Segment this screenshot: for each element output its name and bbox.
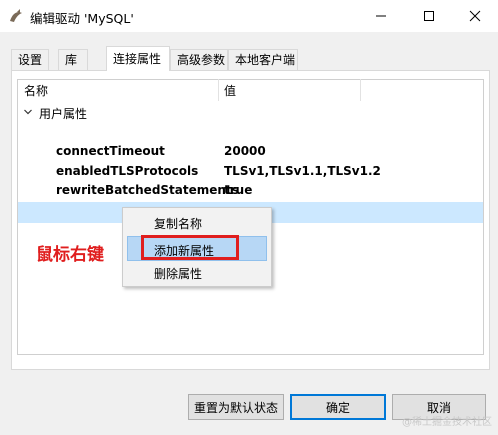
property-name[interactable]: connectTimeout [56, 144, 165, 158]
chevron-down-icon[interactable] [23, 107, 33, 117]
tab-libraries[interactable]: 库 [58, 49, 88, 70]
maximize-button[interactable] [406, 0, 452, 32]
minimize-icon [376, 15, 386, 17]
property-value[interactable]: 20000 [224, 144, 266, 158]
annotation-right-click: 鼠标右键 [36, 245, 104, 265]
ok-button[interactable]: 确定 [290, 394, 386, 420]
property-value[interactable]: TLSv1,TLSv1.1,TLSv1.2 [224, 164, 381, 178]
highlight-annotation-box [141, 235, 239, 260]
column-divider[interactable] [360, 79, 361, 101]
tab-advanced-parameters[interactable]: 高级参数 [170, 49, 228, 70]
dbeaver-app-icon [10, 9, 22, 22]
menu-item-copy-name[interactable]: 复制名称 [154, 215, 202, 232]
column-divider[interactable] [218, 79, 219, 101]
tab-settings[interactable]: 设置 [11, 49, 49, 70]
tab-connection-properties[interactable]: 连接属性 [106, 46, 170, 71]
property-name[interactable]: enabledTLSProtocols [56, 164, 198, 178]
watermark: @稀土掘金技术社区 [402, 417, 492, 428]
maximize-icon [424, 11, 434, 21]
close-button[interactable] [452, 0, 498, 32]
minimize-button[interactable] [358, 0, 404, 32]
menu-item-delete-property[interactable]: 删除属性 [154, 265, 202, 282]
tab-local-client[interactable]: 本地客户端 [228, 49, 298, 70]
reset-defaults-button[interactable]: 重置为默认状态 [188, 394, 284, 420]
close-icon [469, 10, 481, 22]
window-title: 编辑驱动 'MySQL' [30, 11, 134, 26]
column-header-value[interactable]: 值 [224, 82, 236, 99]
group-user-properties[interactable]: 用户属性 [39, 105, 87, 122]
property-value[interactable]: true [224, 183, 252, 197]
column-header-name[interactable]: 名称 [24, 82, 48, 99]
property-name[interactable]: rewriteBatchedStatements [56, 183, 239, 197]
